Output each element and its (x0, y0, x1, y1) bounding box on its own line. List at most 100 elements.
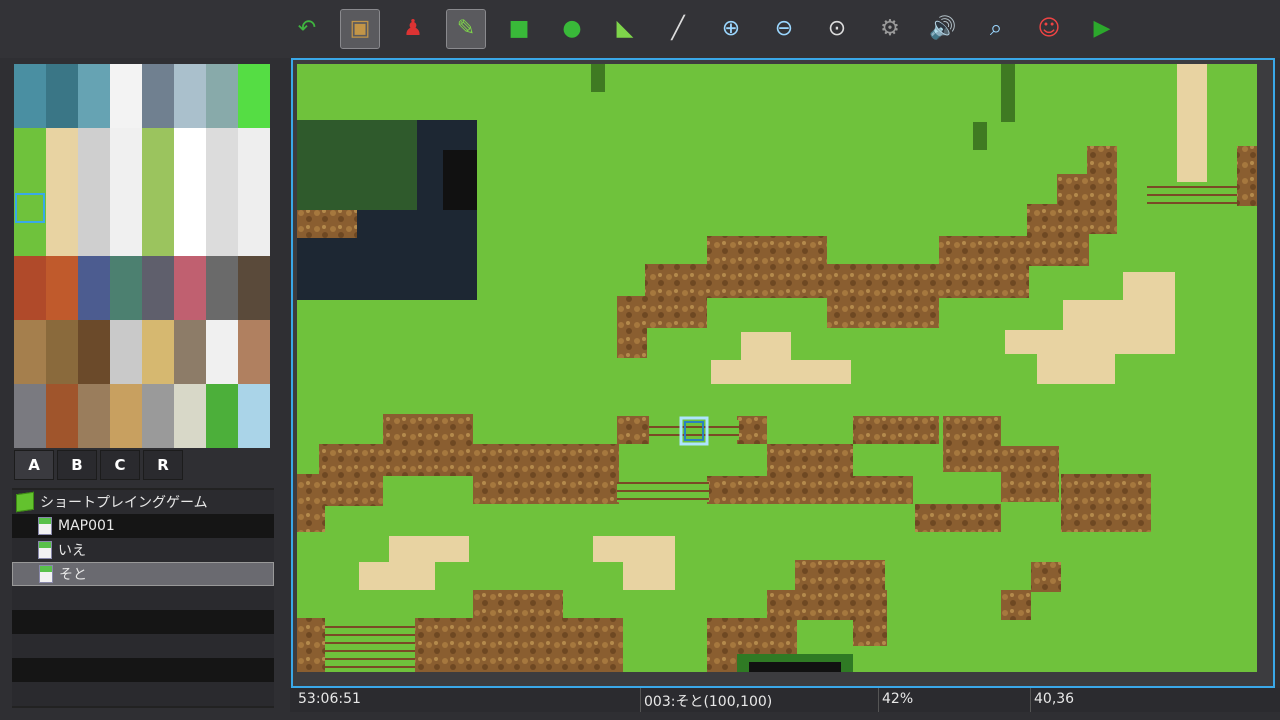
tileset-tile[interactable] (174, 96, 206, 128)
tileset-tile[interactable] (78, 192, 110, 224)
tileset-tab-c[interactable]: C (100, 450, 140, 480)
tileset-tile[interactable] (206, 224, 238, 256)
tree-map-item[interactable]: そと (12, 562, 274, 586)
tileset-tile[interactable] (142, 288, 174, 320)
tileset-tile[interactable] (14, 416, 46, 448)
tileset-tile[interactable] (78, 352, 110, 384)
map-canvas[interactable] (297, 64, 1257, 672)
tileset-tile[interactable] (78, 320, 110, 352)
ellipse-button[interactable]: ● (553, 10, 591, 48)
tileset-tile[interactable] (46, 320, 78, 352)
tileset-tile[interactable] (110, 288, 142, 320)
tileset-tile[interactable] (206, 160, 238, 192)
tileset-tab-b[interactable]: B (57, 450, 97, 480)
tileset-tile[interactable] (46, 416, 78, 448)
tree-map-item[interactable]: いえ (12, 538, 274, 562)
tileset-tile[interactable] (206, 128, 238, 160)
tileset-tile[interactable] (78, 384, 110, 416)
tileset-tile[interactable] (238, 192, 270, 224)
tileset-tile[interactable] (238, 416, 270, 448)
tileset-tile[interactable] (78, 288, 110, 320)
tileset-tile[interactable] (78, 256, 110, 288)
tileset-tile[interactable] (142, 160, 174, 192)
tileset-tile[interactable] (238, 320, 270, 352)
tileset-tile[interactable] (14, 160, 46, 192)
shadow-pen-button[interactable]: ╱ (659, 10, 697, 48)
zoom-actual-button[interactable]: ⊙ (818, 10, 856, 48)
tileset-tile[interactable] (78, 224, 110, 256)
tree-map-item[interactable]: MAP001 (12, 514, 274, 538)
tileset-tile[interactable] (206, 352, 238, 384)
tileset-tile[interactable] (206, 320, 238, 352)
tileset-tile[interactable] (142, 384, 174, 416)
tileset-tile[interactable] (238, 256, 270, 288)
zoom-in-button[interactable]: ⊕ (712, 10, 750, 48)
tileset-tile[interactable] (238, 96, 270, 128)
tileset-tile[interactable] (78, 64, 110, 96)
tileset-tab-r[interactable]: R (143, 450, 183, 480)
tileset-tile[interactable] (238, 384, 270, 416)
tileset-tile[interactable] (14, 192, 46, 224)
tileset-tile[interactable] (238, 352, 270, 384)
tileset-tile[interactable] (238, 64, 270, 96)
tileset-tile[interactable] (110, 256, 142, 288)
tileset-tile[interactable] (46, 288, 78, 320)
tileset-tile[interactable] (78, 160, 110, 192)
tileset-palette[interactable] (14, 64, 270, 448)
event-search-button[interactable]: ⌕ (977, 10, 1015, 48)
map-mode-button[interactable]: ▣ (340, 9, 380, 49)
fill-button[interactable]: ◣ (606, 10, 644, 48)
tileset-tile[interactable] (78, 128, 110, 160)
tileset-tile[interactable] (110, 128, 142, 160)
tileset-tile[interactable] (110, 192, 142, 224)
tileset-tab-a[interactable]: A (14, 450, 54, 480)
tileset-tile[interactable] (174, 128, 206, 160)
tileset-tile[interactable] (14, 384, 46, 416)
tileset-tile[interactable] (46, 160, 78, 192)
tileset-tile[interactable] (174, 224, 206, 256)
tileset-tile[interactable] (110, 224, 142, 256)
tileset-tile[interactable] (14, 64, 46, 96)
tileset-tile[interactable] (206, 192, 238, 224)
tileset-tile[interactable] (142, 64, 174, 96)
tileset-tile[interactable] (174, 352, 206, 384)
tileset-tile[interactable] (206, 288, 238, 320)
tileset-tile[interactable] (14, 96, 46, 128)
tileset-tile[interactable] (110, 64, 142, 96)
tileset-tile[interactable] (46, 224, 78, 256)
database-button[interactable]: ⚙ (871, 10, 909, 48)
pencil-button[interactable]: ✎ (446, 9, 486, 49)
tileset-tile[interactable] (46, 128, 78, 160)
tileset-tile[interactable] (142, 96, 174, 128)
tileset-tile[interactable] (142, 128, 174, 160)
tileset-tile[interactable] (46, 256, 78, 288)
tileset-tile[interactable] (110, 384, 142, 416)
tileset-tile[interactable] (142, 416, 174, 448)
tileset-tile[interactable] (174, 256, 206, 288)
sound-test-button[interactable]: 🔊 (924, 10, 962, 48)
tileset-tile[interactable] (206, 96, 238, 128)
tileset-tile[interactable] (14, 288, 46, 320)
tileset-tile[interactable] (110, 96, 142, 128)
tileset-tile[interactable] (46, 96, 78, 128)
tileset-tile[interactable] (238, 224, 270, 256)
tileset-tile[interactable] (206, 384, 238, 416)
tileset-tile[interactable] (206, 64, 238, 96)
tileset-tile[interactable] (238, 160, 270, 192)
tileset-tile[interactable] (174, 64, 206, 96)
tileset-tile[interactable] (78, 96, 110, 128)
tileset-tile[interactable] (110, 352, 142, 384)
tileset-tile[interactable] (206, 416, 238, 448)
event-mode-button[interactable]: ♟ (394, 10, 432, 48)
tileset-tile[interactable] (142, 320, 174, 352)
tileset-tile[interactable] (46, 352, 78, 384)
rectangle-button[interactable]: ■ (500, 10, 538, 48)
tileset-tile[interactable] (46, 64, 78, 96)
tileset-tile[interactable] (142, 224, 174, 256)
tileset-tile[interactable] (110, 416, 142, 448)
tileset-tile[interactable] (14, 352, 46, 384)
tileset-tile[interactable] (78, 416, 110, 448)
tileset-tile[interactable] (174, 160, 206, 192)
tileset-tile[interactable] (110, 320, 142, 352)
tileset-tile[interactable] (238, 288, 270, 320)
